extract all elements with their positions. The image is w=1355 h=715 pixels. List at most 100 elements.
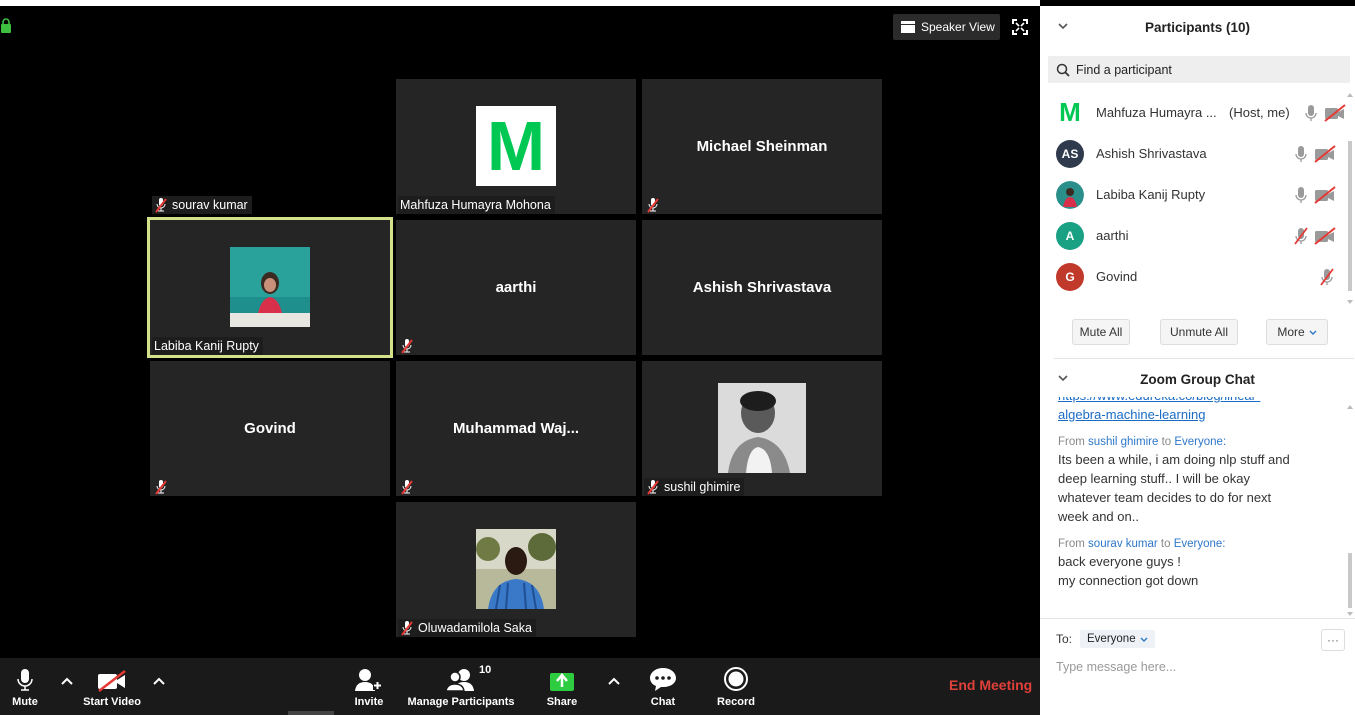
record-button[interactable]: Record (712, 658, 760, 715)
avatar: M (476, 106, 556, 186)
participant-row[interactable]: M Mahfuza Humayra ... (Host, me) (1040, 92, 1346, 133)
unmute-all-button[interactable]: Unmute All (1160, 319, 1238, 345)
participant-name: Oluwadamilola Saka (418, 621, 532, 635)
participant-search-input[interactable]: Find a participant (1048, 56, 1350, 83)
mute-all-button[interactable]: Mute All (1072, 319, 1130, 345)
participant-row[interactable]: G Govind (1040, 256, 1345, 297)
camera-off-icon[interactable] (1314, 145, 1336, 163)
avatar: AS (1056, 139, 1084, 168)
chat-message-input[interactable]: Type message here... (1056, 660, 1176, 674)
camera-off-icon[interactable] (1314, 186, 1336, 204)
chat-link-partial[interactable]: https://www.edureka.co/blog/linear- (1058, 397, 1338, 405)
name-tag: sourav kumar (152, 196, 252, 214)
video-tile-sushil[interactable]: sushil ghimire (642, 361, 882, 496)
participant-name: Michael Sheinman (696, 138, 828, 155)
muted-mic-icon (401, 621, 413, 636)
camera-off-icon[interactable] (1314, 227, 1336, 245)
chevron-down-icon[interactable] (1058, 23, 1068, 30)
video-tile-govind[interactable]: Govind (150, 361, 390, 496)
share-button[interactable]: Share (540, 658, 584, 715)
more-button[interactable]: More (1266, 319, 1328, 345)
avatar (1056, 180, 1084, 209)
participant-name: Labiba Kanij Rupty (154, 339, 259, 353)
avatar: A (1056, 221, 1084, 250)
lock-icon[interactable] (0, 18, 12, 34)
divider (1054, 358, 1354, 359)
chevron-down-icon[interactable] (1058, 375, 1068, 382)
recipient-name: Everyone: (1174, 436, 1227, 448)
speaker-view-label: Speaker View (921, 20, 995, 34)
manage-participants-label: Manage Participants (407, 696, 515, 708)
name-tag: Mahfuza Humayra Mohona (398, 196, 555, 214)
video-tile-labiba[interactable]: Labiba Kanij Rupty (147, 217, 393, 358)
chat-button[interactable]: Chat (642, 658, 684, 715)
video-tile-muhammad[interactable]: Muhammad Waj... (396, 361, 636, 496)
fullscreen-icon[interactable] (1012, 19, 1028, 35)
microphone-icon[interactable] (1294, 145, 1308, 163)
record-icon (724, 667, 748, 691)
participants-scrollbar[interactable] (1346, 91, 1354, 306)
participant-row[interactable]: AS Ashish Shrivastava (1040, 133, 1345, 174)
speaker-view-button[interactable]: Speaker View (893, 14, 1000, 40)
name-tag (644, 196, 664, 214)
participant-name: sushil ghimire (664, 480, 741, 494)
muted-mic-icon[interactable] (1320, 268, 1334, 286)
participant-name: Ashish Shrivastava (692, 279, 832, 296)
chat-link[interactable]: algebra-machine-learning (1058, 405, 1338, 424)
chat-scrollbar[interactable] (1346, 403, 1354, 618)
video-tile-aarthi[interactable]: aarthi (396, 220, 636, 355)
search-placeholder: Find a participant (1076, 62, 1172, 77)
participant-name: Mahfuza Humayra ... (1096, 105, 1217, 120)
muted-mic-icon[interactable] (1294, 227, 1308, 245)
chevron-down-icon (1309, 330, 1317, 335)
participant-name: Labiba Kanij Rupty (1096, 187, 1206, 202)
video-tile-michael[interactable]: Michael Sheinman (642, 79, 882, 214)
video-tile-mahfuza[interactable]: M Mahfuza Humayra Mohona (396, 79, 636, 214)
participant-row[interactable]: Labiba Kanij Rupty (1040, 174, 1345, 215)
chevron-up-icon[interactable] (607, 676, 621, 686)
microphone-icon[interactable] (1294, 186, 1308, 204)
mute-button[interactable]: Mute (0, 658, 50, 715)
side-panel: Participants (10) Find a participant M M… (1040, 6, 1355, 715)
host-tag: (Host, me) (1229, 105, 1290, 120)
name-tag: Labiba Kanij Rupty (152, 337, 263, 355)
name-tag: Oluwadamilola Saka (398, 619, 536, 637)
participant-name: Govind (244, 420, 296, 437)
participants-title: Participants (10) (1144, 19, 1251, 35)
zoom-meeting-window: Speaker View sourav kumar M Mahfuza Huma… (0, 0, 1355, 715)
end-meeting-button[interactable]: End Meeting (949, 677, 1032, 693)
chat-messages: https://www.edureka.co/blog/linear- alge… (1058, 397, 1338, 617)
participant-name: aarthi (1096, 228, 1129, 243)
chat-more-button[interactable]: ··· (1321, 629, 1345, 651)
add-user-icon (355, 669, 382, 691)
video-tile-ashish[interactable]: Ashish Shrivastava (642, 220, 882, 355)
chevron-up-icon[interactable] (60, 676, 74, 686)
participant-name: Govind (1096, 269, 1138, 284)
participant-name: sourav kumar (172, 198, 248, 212)
sender-name[interactable]: sourav kumar (1088, 538, 1158, 550)
message-meta: From sourav kumar to Everyone: (1058, 538, 1226, 550)
chevron-up-icon[interactable] (152, 676, 166, 686)
avatar: G (1056, 262, 1084, 291)
chat-bubble-icon (650, 668, 676, 691)
chat-header: Zoom Group Chat (1040, 361, 1355, 397)
share-screen-icon (550, 673, 574, 691)
start-video-button[interactable]: Start Video (80, 658, 144, 715)
sender-name[interactable]: sushil ghimire (1088, 436, 1158, 448)
participant-count-badge: 10 (479, 664, 492, 676)
participant-photo (476, 529, 556, 609)
title-strip (0, 0, 1040, 6)
microphone-icon[interactable] (1304, 104, 1318, 122)
participant-name: Mahfuza Humayra Mohona (400, 198, 551, 212)
more-label: More (1277, 325, 1305, 339)
invite-button[interactable]: Invite (346, 658, 392, 715)
manage-participants-button[interactable]: Manage Participants (404, 658, 518, 715)
participant-name: aarthi (495, 279, 537, 296)
video-tile-sourav[interactable]: sourav kumar (150, 79, 390, 214)
video-tile-oluwadamilola[interactable]: Oluwadamilola Saka (396, 502, 636, 637)
camera-off-icon[interactable] (1324, 104, 1346, 122)
participant-row[interactable]: A aarthi (1040, 215, 1345, 256)
horizontal-scrollbar[interactable] (288, 711, 334, 715)
recipient-select[interactable]: Everyone (1080, 630, 1155, 648)
grid-icon (901, 21, 915, 33)
